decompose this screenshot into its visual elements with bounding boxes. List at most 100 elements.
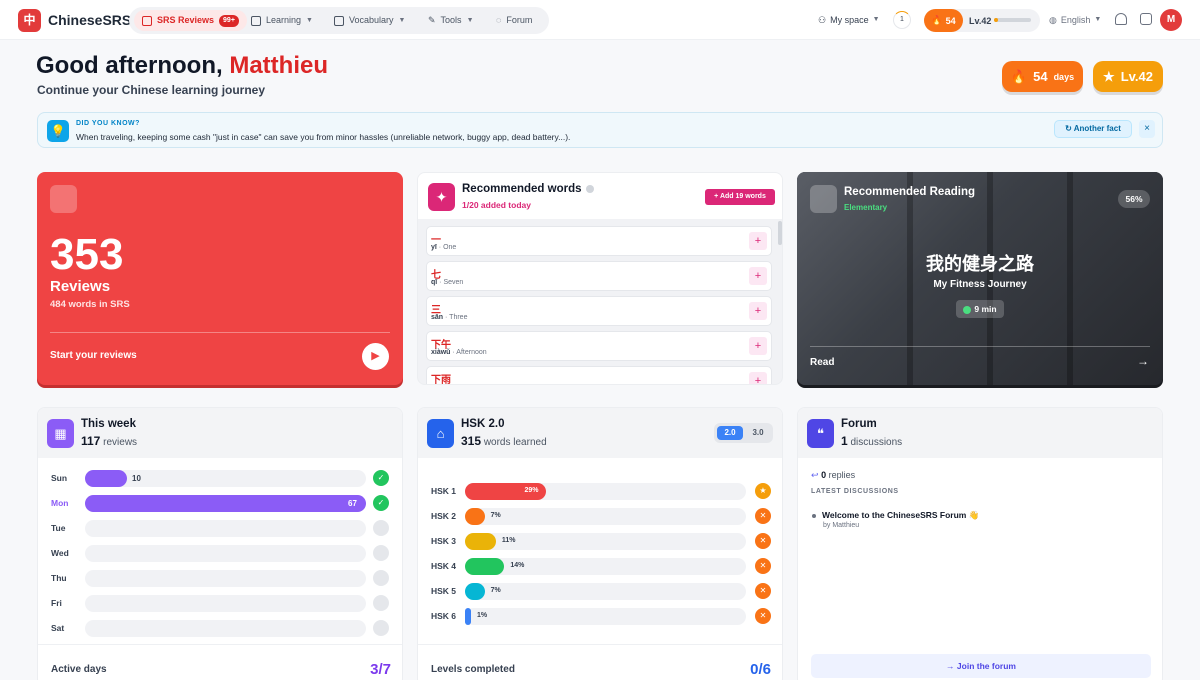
level-progress <box>994 18 1031 22</box>
nav-forum[interactable]: ◌ Forum <box>496 7 532 34</box>
book-icon <box>810 185 837 213</box>
add-word-button[interactable]: + <box>749 267 767 285</box>
card-title: This week <box>81 418 136 430</box>
streak-days-pill[interactable]: 🔥 54 days <box>1002 61 1083 92</box>
arrow-icon: → <box>946 661 955 671</box>
nav-learning[interactable]: Learning ▼ <box>251 7 313 34</box>
divider <box>810 346 1150 347</box>
hsk-level-name: HSK 1 <box>431 486 457 496</box>
bell-icon[interactable] <box>1115 13 1127 25</box>
word-row[interactable]: 一 yī · One + <box>426 226 772 256</box>
word-row[interactable]: 七 qī · Seven + <box>426 261 772 291</box>
word-row[interactable]: 三 sān · Three + <box>426 296 772 326</box>
add-word-button[interactable]: + <box>749 372 767 384</box>
hsk-level-row[interactable]: HSK 2 7% ✕ <box>418 507 782 525</box>
day-name: Sat <box>51 623 65 633</box>
week-reviews: 117 reviews <box>81 434 137 448</box>
chevron-down-icon: ▼ <box>1094 16 1102 23</box>
streak-pill[interactable]: 🔥 54 <box>924 9 963 32</box>
nav-tools[interactable]: ✎ Tools ▼ <box>428 7 474 34</box>
day-row: Sun 10 ✓ <box>38 469 402 487</box>
start-reviews-label[interactable]: Start your reviews <box>50 350 137 361</box>
globe-icon: ◍ <box>1049 15 1057 25</box>
play-icon[interactable]: ▶ <box>362 343 389 370</box>
graduation-cap-icon: ⌂ <box>427 419 454 448</box>
hsk-bar-fill <box>465 508 485 525</box>
hsk-level-name: HSK 6 <box>431 611 457 621</box>
active-days-value: 3/7 <box>370 661 391 678</box>
page-subtitle: Continue your Chinese learning journey <box>37 83 266 97</box>
chevron-down-icon: ▼ <box>466 17 474 24</box>
word-row[interactable]: 下雨 + <box>426 366 772 384</box>
my-space-label: My space <box>830 15 869 25</box>
recommended-reading-card[interactable]: Recommended Reading Elementary 56% 我的健身之… <box>797 172 1163 385</box>
add-word-button[interactable]: + <box>749 302 767 320</box>
added-today: 1/20 added today <box>462 200 531 210</box>
forum-post-link[interactable]: Welcome to the ChineseSRS Forum 👋 <box>822 510 979 521</box>
nav-srs-reviews[interactable]: SRS Reviews 99+ <box>134 10 247 31</box>
hsk-level-row[interactable]: HSK 1 29% ★ <box>418 482 782 500</box>
forum-discussions: 1 discussions <box>841 434 902 448</box>
nav-vocabulary[interactable]: Vocabulary ▼ <box>334 7 405 34</box>
my-space-menu[interactable]: ⚇ My space ▼ <box>818 10 880 30</box>
lightbulb-icon: 💡 <box>47 120 69 142</box>
day-bar-track <box>85 545 366 562</box>
pending-icon <box>373 595 389 611</box>
reading-english-title: My Fitness Journey <box>933 279 1027 290</box>
add-word-button[interactable]: + <box>749 232 767 250</box>
wrench-icon: ✎ <box>428 15 436 25</box>
sparkle-icon: ✦ <box>428 183 455 211</box>
add-words-button[interactable]: + Add 19 words <box>705 189 775 205</box>
did-you-know-banner: 💡 DID YOU KNOW? When traveling, keeping … <box>37 112 1163 148</box>
hsk-level-row[interactable]: HSK 4 14% ✕ <box>418 557 782 575</box>
hsk-version-2[interactable]: 2.0 <box>717 426 743 440</box>
chevron-down-icon: ▼ <box>872 16 880 23</box>
scrollbar[interactable] <box>778 221 782 245</box>
cards-icon[interactable] <box>1140 13 1152 25</box>
word-pinyin: qī <box>431 279 438 286</box>
day-name: Tue <box>51 523 66 533</box>
hsk-version-3[interactable]: 3.0 <box>745 426 771 440</box>
hsk-level-row[interactable]: HSK 6 1% ✕ <box>418 607 782 625</box>
day-row: Wed <box>38 544 402 562</box>
hsk-bar-track <box>465 608 746 625</box>
word-meaning: One <box>443 244 457 251</box>
close-icon[interactable]: × <box>1139 120 1155 138</box>
word-row[interactable]: 下午 xiàwǔ · Afternoon + <box>426 331 772 361</box>
page-title: Good afternoon, Matthieu <box>36 52 328 80</box>
info-icon[interactable] <box>585 184 594 193</box>
reviews-card[interactable]: 353 Reviews 484 words in SRS Start your … <box>37 172 403 385</box>
language-select[interactable]: ◍ English ▼ <box>1049 10 1101 30</box>
level-pill[interactable]: ★ Lv.42 <box>1093 61 1163 92</box>
forum-discussions-label: discussions <box>850 437 903 448</box>
nav-label: Tools <box>440 15 462 25</box>
day-bar-fill <box>85 495 366 512</box>
day-bar-fill <box>85 470 127 487</box>
hsk-level-row[interactable]: HSK 3 11% ✕ <box>418 532 782 550</box>
arrow-right-icon[interactable]: → <box>1137 354 1149 368</box>
add-word-button[interactable]: + <box>749 337 767 355</box>
reading-duration-text: 9 min <box>974 304 997 314</box>
reading-progress: 56% <box>1118 190 1150 208</box>
hsk-level-row[interactable]: HSK 5 7% ✕ <box>418 582 782 600</box>
avatar[interactable]: M <box>1160 9 1182 31</box>
join-forum-button[interactable]: → Join the forum <box>811 654 1151 678</box>
another-fact-button[interactable]: ↻ Another fact <box>1054 120 1132 138</box>
read-button[interactable]: Read <box>810 357 834 368</box>
tip-text: When traveling, keeping some cash "just … <box>76 132 571 142</box>
app-logo[interactable]: 中 <box>18 9 41 32</box>
reviews-badge: 99+ <box>219 14 239 27</box>
hsk-bar-fill <box>465 533 496 550</box>
nav-label: SRS Reviews <box>157 15 215 25</box>
refresh-icon: ↻ <box>1065 124 1072 133</box>
daily-goal-ring[interactable]: 1 <box>893 11 911 29</box>
locked-medal-icon: ✕ <box>755 508 771 524</box>
app-name[interactable]: ChineseSRS <box>48 12 131 28</box>
day-name: Mon <box>51 498 69 508</box>
day-bar-track <box>85 470 366 487</box>
hsk-level-percent: 29% <box>524 487 539 494</box>
pending-icon <box>373 545 389 561</box>
locked-medal-icon: ✕ <box>755 533 771 549</box>
medal-icon: ★ <box>755 483 771 499</box>
reviews-count: 353 <box>50 230 124 279</box>
